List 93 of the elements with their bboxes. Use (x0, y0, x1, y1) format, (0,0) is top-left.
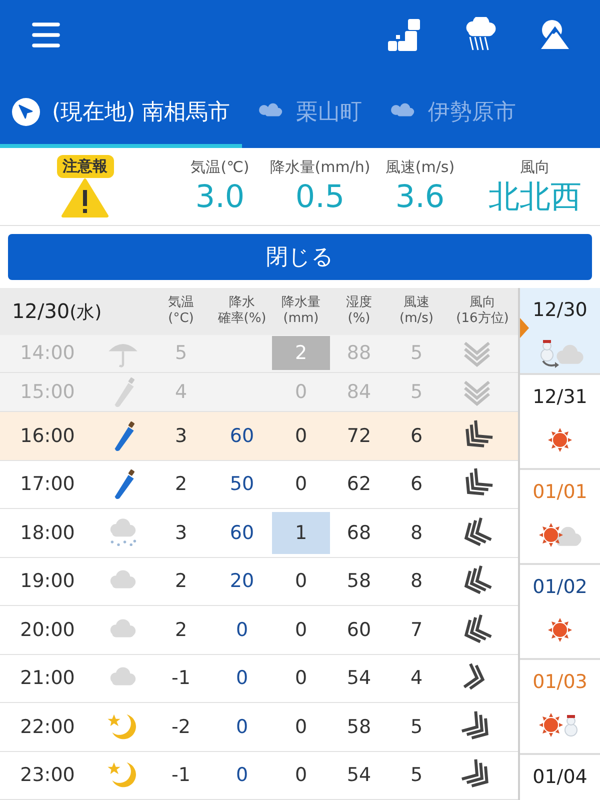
precipitation-chance-cell-text: 20 (230, 569, 254, 594)
temperature-cell-text: 3 (174, 520, 188, 546)
day-date: 01/04 (532, 765, 588, 790)
warning-badge: 注意報 (56, 155, 114, 178)
day-date: 01/03 (532, 670, 588, 695)
temperature-cell-text: 2 (174, 569, 188, 594)
time-cell-text: 18:00 (19, 520, 76, 546)
column-header: 確率(%) (218, 311, 266, 328)
precipitation-chance-cell-text: 0 (236, 714, 248, 740)
humidity-cell-text: 84 (346, 380, 372, 405)
humidity-cell-text: 58 (346, 714, 372, 740)
temperature-cell-text: 2 (174, 472, 188, 498)
stat-label: 風速(m/s) (385, 156, 455, 178)
stat-label: 風向 (520, 156, 550, 178)
precipitation-amount-cell-text: 0 (294, 472, 308, 498)
wind-speed-cell-text: 7 (409, 618, 424, 643)
temperature-cell-text: -2 (170, 714, 192, 740)
location-tab[interactable]: (現在地) 南相馬市 (0, 80, 242, 148)
wind-speed-cell-text: 5 (409, 762, 424, 788)
precipitation-amount-cell-text: 0 (294, 424, 308, 449)
humidity-cell-text: 54 (346, 762, 372, 788)
precipitation-amount-cell-text: 0 (294, 569, 308, 594)
stat-value: 0.5 (295, 178, 345, 218)
column-header: (16方位) (456, 311, 509, 328)
column-header: (°C) (168, 311, 194, 328)
day-date: 01/02 (532, 575, 588, 600)
column-header: (m/s) (400, 311, 434, 328)
time-cell-text: 20:00 (19, 618, 76, 643)
humidity-cell-text: 62 (346, 472, 372, 498)
day-item[interactable]: 12/30 (520, 288, 600, 375)
column-header: 降水量 (282, 295, 320, 312)
time-cell-text: 21:00 (19, 666, 76, 692)
stat-label: 降水量(mm/h) (270, 156, 370, 178)
time-cell-text: 14:00 (19, 341, 76, 366)
precipitation-chance-cell-text: 0 (236, 666, 248, 692)
mountain-icon[interactable] (538, 18, 572, 52)
temperature-cell-text: -1 (170, 762, 192, 788)
precipitation-chance-cell-text: 60 (230, 520, 254, 546)
column-header: 風速 (404, 295, 430, 312)
time-cell-text: 23:00 (19, 762, 76, 788)
wind-speed-cell-text: 5 (409, 341, 424, 366)
precipitation-amount-cell-text: 0 (294, 714, 308, 740)
column-header: (%) (348, 311, 370, 328)
column-header: 降水 (229, 295, 255, 311)
time-cell-text: 17:00 (19, 472, 76, 498)
precipitation-chance-cell-text: 60 (230, 424, 254, 449)
precipitation-chance-cell-text: 0 (236, 618, 248, 643)
temperature-cell-text: 3 (174, 424, 188, 449)
table-weekday: (水) (70, 301, 102, 326)
humidity-cell-text: 58 (346, 569, 372, 594)
stat-value: 北北西 (488, 178, 582, 218)
wind-speed-cell-text: 5 (409, 380, 424, 405)
temperature-cell-text: 2 (174, 618, 188, 643)
wind-speed-cell-text: 4 (409, 666, 424, 692)
precipitation-amount-cell-text: 0 (294, 666, 308, 692)
precipitation-amount-cell-text: 0 (294, 380, 308, 405)
wind-speed-cell-text: 6 (409, 424, 424, 449)
humidity-cell-text: 68 (346, 520, 372, 546)
column-header: (mm) (283, 311, 319, 328)
precipitation-chance-cell-text: 50 (230, 472, 254, 498)
close-button[interactable]: 閉じる (8, 234, 592, 280)
precipitation-chance-cell-text: 0 (236, 762, 248, 788)
precipitation-amount-cell: 1 (272, 512, 330, 554)
precipitation-amount-cell-text: 0 (294, 618, 308, 643)
column-header: 湿度 (346, 295, 372, 312)
temperature-cell-text: -1 (170, 666, 192, 692)
stat-value: 3.6 (395, 178, 445, 218)
temperature-cell-text: 5 (174, 341, 188, 366)
precipitation-amount-cell-text: 0 (294, 762, 308, 788)
temperature-cell-text: 4 (174, 380, 188, 405)
column-header: 気温 (168, 295, 194, 312)
day-date: 12/30 (532, 298, 588, 323)
stat-label: 気温(℃) (190, 156, 250, 178)
time-cell-text: 15:00 (19, 380, 76, 405)
precipitation-amount-cell: 2 (272, 336, 330, 370)
selected-marker-icon (520, 318, 529, 338)
time-cell-text: 19:00 (19, 569, 76, 594)
column-header: 風向 (470, 295, 496, 311)
humidity-cell-text: 72 (346, 424, 372, 449)
wind-speed-cell-text: 6 (409, 472, 424, 498)
time-cell-text: 16:00 (19, 424, 76, 449)
humidity-cell-text: 54 (346, 666, 372, 692)
stat-value: 3.0 (195, 178, 245, 218)
day-date: 12/31 (532, 385, 588, 410)
day-date: 01/01 (532, 480, 588, 505)
humidity-cell-text: 88 (346, 341, 372, 366)
humidity-cell-text: 60 (346, 618, 372, 643)
table-date: 12/30 (12, 298, 70, 326)
wind-speed-cell-text: 8 (409, 520, 424, 546)
wind-speed-cell-text: 8 (409, 569, 424, 594)
time-cell-text: 22:00 (19, 714, 76, 740)
blocks-icon[interactable] (386, 17, 422, 53)
wind-speed-cell-text: 5 (409, 714, 424, 740)
